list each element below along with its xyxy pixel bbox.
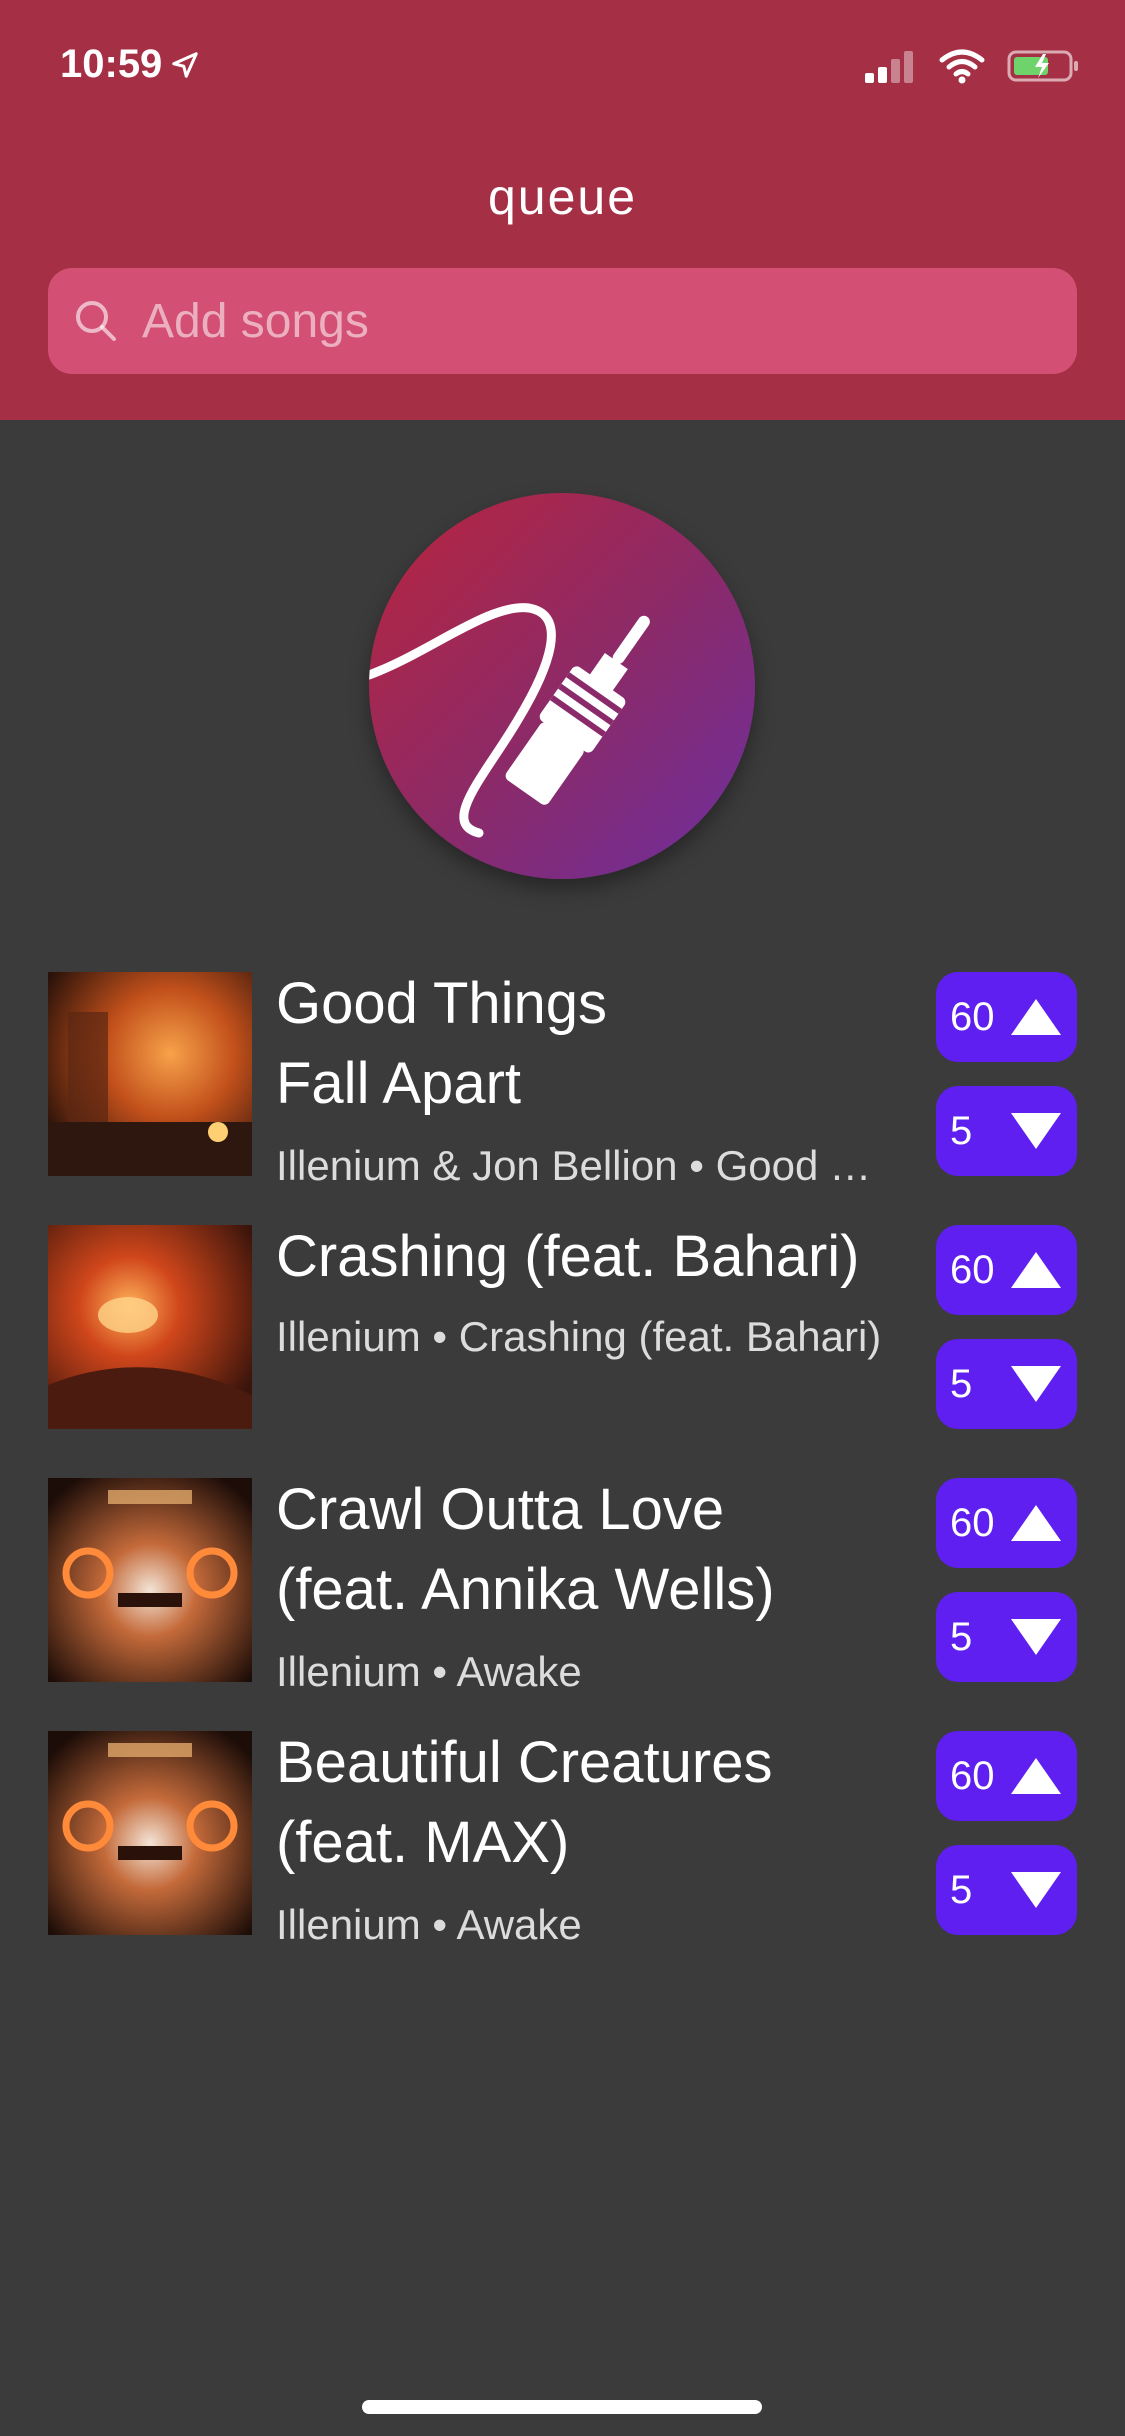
triangle-down-icon — [1011, 1113, 1061, 1149]
upvote-button[interactable]: 60 — [936, 972, 1077, 1062]
page-title: queue — [487, 169, 638, 225]
song-title-line2: Fall Apart — [276, 1051, 521, 1116]
time-label: 10:59 — [60, 42, 163, 86]
downvote-button[interactable]: 5 — [936, 1086, 1077, 1176]
home-indicator[interactable] — [362, 2400, 762, 2414]
app-logo — [369, 493, 755, 879]
triangle-down-icon — [1011, 1619, 1061, 1655]
album-art — [48, 1731, 252, 1935]
downvote-count: 5 — [950, 1108, 973, 1153]
song-title: Beautiful Creatures — [276, 1730, 773, 1795]
downvote-count: 5 — [950, 1361, 973, 1406]
search-placeholder: Add songs — [142, 294, 369, 348]
triangle-down-icon — [1011, 1366, 1061, 1402]
song-title-line2: (feat. MAX) — [276, 1810, 570, 1875]
downvote-count: 5 — [950, 1614, 973, 1659]
song-meta: Illenium • Awake — [276, 1901, 582, 1948]
list-item: Good Things Fall Apart Illenium & Jon Be… — [0, 971, 1125, 1189]
triangle-up-icon — [1011, 1758, 1061, 1794]
triangle-up-icon — [1011, 999, 1061, 1035]
downvote-button[interactable]: 5 — [936, 1339, 1077, 1429]
album-art — [48, 1225, 252, 1429]
audio-jack-icon — [369, 603, 650, 838]
song-meta: Illenium & Jon Bellion • Good Things Fal… — [276, 1142, 896, 1189]
list-item: Beautiful Creatures (feat. MAX) Illenium… — [0, 1730, 1125, 1948]
downvote-button[interactable]: 5 — [936, 1845, 1077, 1935]
upvote-button[interactable]: 60 — [936, 1478, 1077, 1568]
song-meta: Illenium • Awake — [276, 1648, 582, 1695]
upvote-count: 60 — [950, 1247, 995, 1292]
status-indicators — [863, 48, 1081, 84]
search-input[interactable]: Add songs — [48, 268, 1077, 374]
list-item: Crawl Outta Love (feat. Annika Wells) Il… — [0, 1477, 1125, 1695]
triangle-down-icon — [1011, 1872, 1061, 1908]
triangle-up-icon — [1011, 1252, 1061, 1288]
downvote-button[interactable]: 5 — [936, 1592, 1077, 1682]
search-icon — [76, 301, 116, 341]
album-art — [48, 1478, 252, 1682]
song-title: Crawl Outta Love — [276, 1477, 725, 1542]
list-item: Crashing (feat. Bahari) Illenium • Crash… — [0, 1224, 1125, 1435]
status-time: 10:59 — [60, 42, 200, 87]
album-art — [48, 972, 252, 1176]
song-title: Crashing (feat. Bahari) — [276, 1224, 860, 1289]
upvote-count: 60 — [950, 1500, 995, 1545]
triangle-up-icon — [1011, 1505, 1061, 1541]
upvote-button[interactable]: 60 — [936, 1225, 1077, 1315]
downvote-count: 5 — [950, 1867, 973, 1912]
song-title-line2: (feat. Annika Wells) — [276, 1557, 775, 1622]
upvote-button[interactable]: 60 — [936, 1731, 1077, 1821]
upvote-count: 60 — [950, 994, 995, 1039]
battery-charging-icon — [1007, 50, 1078, 82]
song-title: Good Things — [276, 971, 608, 1036]
wifi-icon — [939, 49, 985, 84]
header: 10:59 queue Add songs — [0, 0, 1125, 420]
upvote-count: 60 — [950, 1753, 995, 1798]
song-meta: Illenium • Crashing (feat. Bahari) — [276, 1313, 882, 1360]
location-arrow-icon — [172, 51, 199, 78]
cellular-signal-icon — [865, 51, 913, 83]
